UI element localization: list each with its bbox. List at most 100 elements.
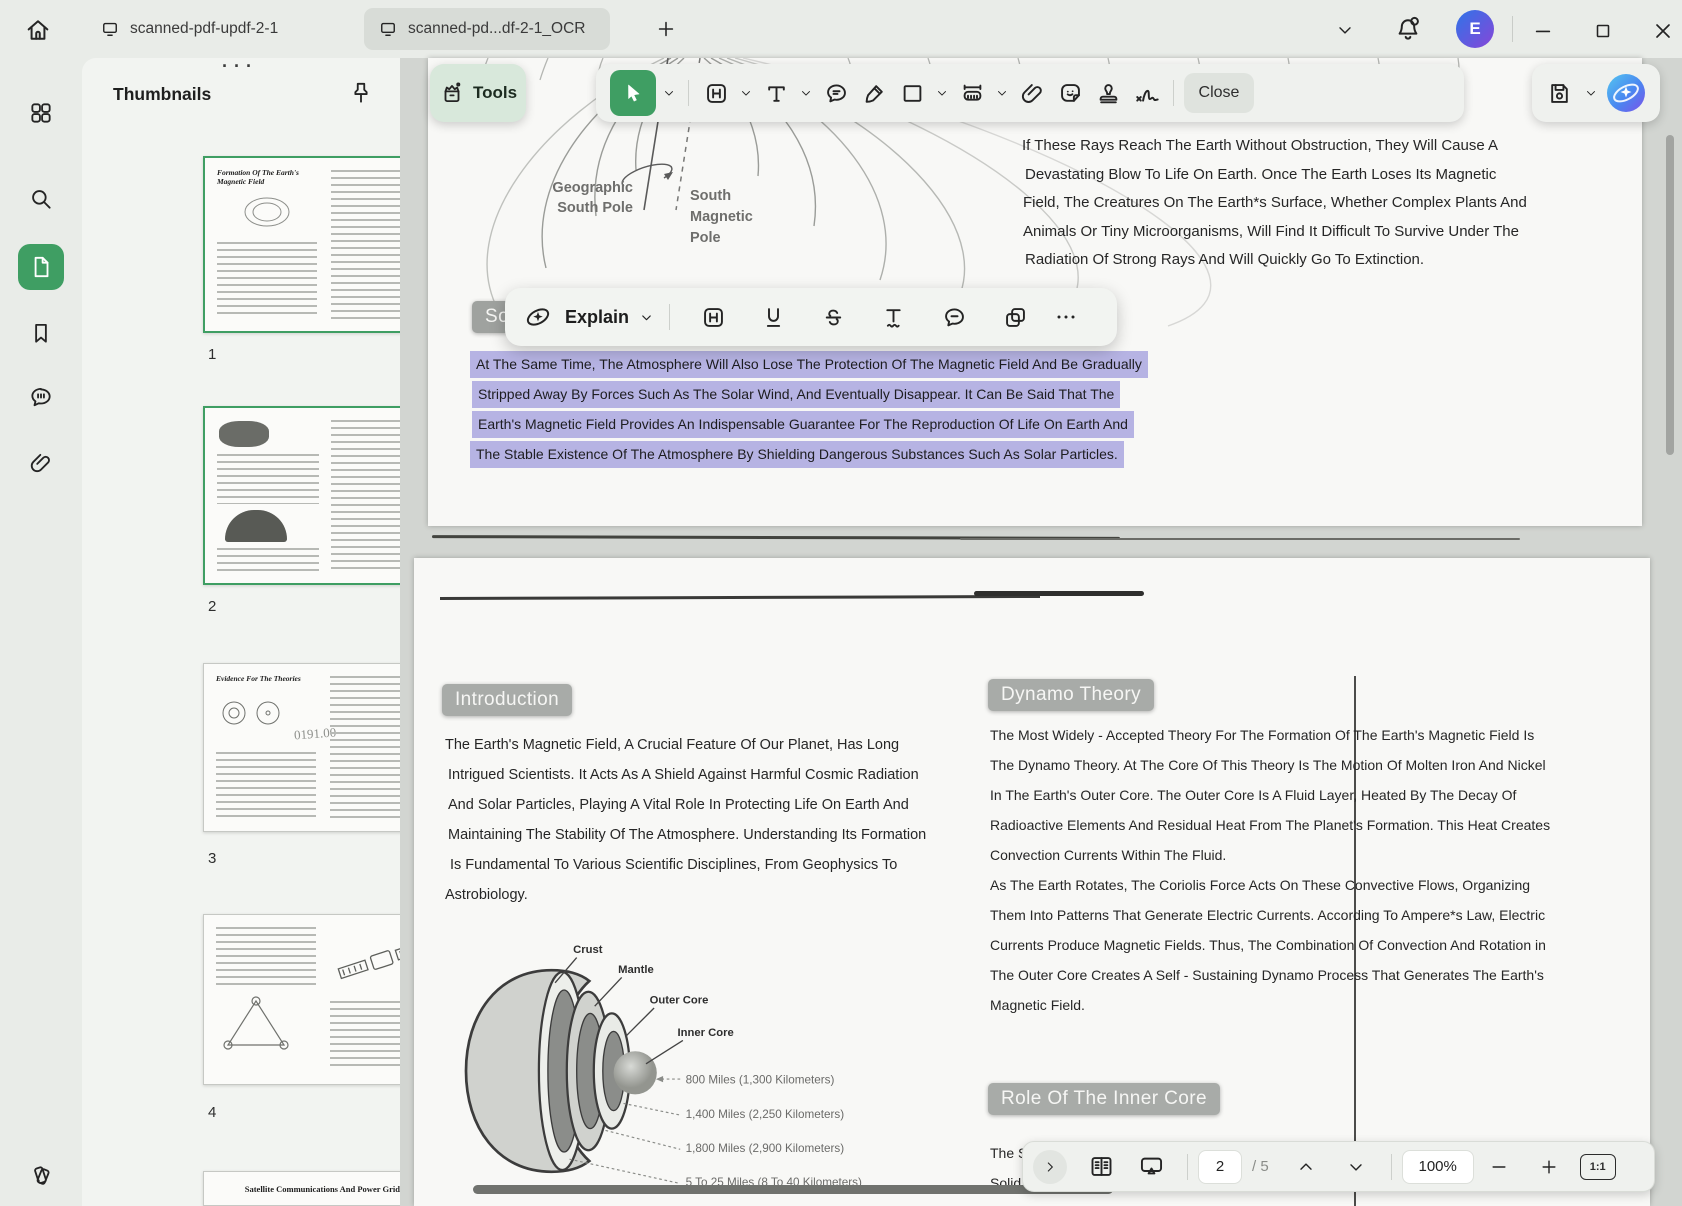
paragraph-line: Them Into Patterns That Generate Electri…: [990, 900, 1550, 930]
explain-ai-button[interactable]: [519, 297, 557, 337]
scan-artifact-smudge: [974, 591, 1144, 596]
thumb2-text-left2: [217, 548, 319, 572]
shape-tool-dropdown[interactable]: [933, 73, 951, 113]
close-tools-button[interactable]: Close: [1184, 73, 1254, 113]
thumb4-number: 4: [208, 1104, 216, 1121]
select-tool-dropdown[interactable]: [660, 73, 678, 113]
avatar-letter: E: [1469, 19, 1480, 39]
pin-panel-button[interactable]: [346, 78, 376, 108]
tools-button[interactable]: Tools: [430, 64, 526, 122]
highlighted-line: At The Same Time, The Atmosphere Will Al…: [470, 351, 1148, 378]
shape-tool-button[interactable]: [895, 73, 929, 113]
underline-icon: [760, 304, 787, 331]
horizontal-scrollbar[interactable]: [473, 1185, 1113, 1194]
actual-size-button[interactable]: 1:1: [1580, 1154, 1616, 1180]
maximize-button[interactable]: [1588, 16, 1618, 46]
minimize-button[interactable]: [1528, 16, 1558, 46]
swatches-icon: [28, 1162, 54, 1188]
save-button[interactable]: [1542, 73, 1576, 113]
page-number-input[interactable]: 2: [1198, 1150, 1242, 1184]
account-avatar[interactable]: E: [1456, 10, 1494, 48]
more-actions-button[interactable]: [1046, 297, 1086, 337]
chevron-down-icon: [1584, 86, 1598, 100]
paragraph-line: Astrobiology.: [445, 880, 926, 910]
stamp-icon: [1095, 80, 1122, 107]
document-viewport[interactable]: Geographic South Pole South Magnetic Pol…: [400, 58, 1682, 1206]
comment-tool-button[interactable]: [819, 73, 853, 113]
highlight-tool-button[interactable]: [699, 73, 733, 113]
titlebar: scanned-pdf-updf-2-1 scanned-pd...df-2-1…: [0, 0, 1682, 58]
panel-drag-handle[interactable]: ···: [222, 56, 258, 77]
signature-tool-button[interactable]: [1129, 73, 1163, 113]
geo-pole-label-line1: Geographic: [552, 180, 633, 196]
measure-tool-button[interactable]: [955, 73, 989, 113]
presentation-button[interactable]: [1125, 1147, 1177, 1187]
paragraph-line: The Dynamo Theory. At The Core Of This T…: [990, 750, 1550, 780]
collapse-bar-button[interactable]: [1033, 1150, 1067, 1184]
mag-pole-label-line3: Pole: [690, 230, 721, 246]
rail-appearance-button[interactable]: [18, 1152, 64, 1198]
zoom-out-button[interactable]: [1474, 1147, 1524, 1187]
chevron-down-icon: [799, 86, 813, 100]
paperclip-icon: [1019, 80, 1046, 107]
underline-action-button[interactable]: [744, 297, 802, 337]
signature-icon: [1132, 79, 1160, 107]
ai-assistant-button[interactable]: [1606, 73, 1646, 113]
pencil-tool-button[interactable]: [857, 73, 891, 113]
previous-page-button[interactable]: [1281, 1147, 1331, 1187]
tab-label: scanned-pdf-updf-2-1: [130, 20, 278, 38]
text-tool-button[interactable]: [759, 73, 793, 113]
highlight-action-button[interactable]: [684, 297, 742, 337]
cursor-icon: [621, 81, 645, 105]
rail-bookmarks-button[interactable]: [18, 310, 64, 356]
notifications-button[interactable]: [1392, 13, 1424, 45]
tab-list-dropdown[interactable]: [1332, 17, 1358, 43]
page-layout-button[interactable]: [1077, 1147, 1125, 1187]
home-button[interactable]: [22, 14, 54, 46]
paragraph-line: Convection Currents Within The Fluid.: [990, 840, 1550, 870]
attach-tool-button[interactable]: [1015, 73, 1049, 113]
text-tool-dropdown[interactable]: [797, 73, 815, 113]
save-dropdown[interactable]: [1582, 73, 1600, 113]
geo-pole-label-line2: South Pole: [557, 200, 633, 216]
stamp-tool-button[interactable]: [1091, 73, 1125, 113]
ai-sparkle-icon: [1606, 73, 1646, 113]
explain-dropdown[interactable]: [637, 297, 655, 337]
highlighted-text-block[interactable]: At The Same Time, The Atmosphere Will Al…: [470, 351, 1148, 471]
tab-scanned-pdf[interactable]: scanned-pdf-updf-2-1: [86, 8, 322, 50]
zoom-level-input[interactable]: 100%: [1402, 1150, 1474, 1184]
tab-scanned-pdf-ocr[interactable]: scanned-pd...df-2-1_OCR: [364, 8, 610, 50]
thumb2-number: 2: [208, 598, 216, 615]
left-rail: [0, 58, 82, 1206]
highlighted-line: Stripped Away By Forces Such As The Sola…: [472, 381, 1120, 408]
rail-apps-button[interactable]: [18, 90, 64, 136]
zoom-in-button[interactable]: [1524, 1147, 1574, 1187]
paragraph-line: The Most Widely - Accepted Theory For Th…: [990, 720, 1550, 750]
rail-thumbnails-button[interactable]: [18, 244, 64, 290]
explain-label[interactable]: Explain: [565, 307, 629, 328]
select-tool-button[interactable]: [610, 70, 656, 116]
strikethrough-action-button[interactable]: [804, 297, 862, 337]
paragraph-line: Withi: [990, 1198, 1533, 1206]
next-page-button[interactable]: [1331, 1147, 1381, 1187]
new-tab-button[interactable]: [652, 15, 680, 43]
highlight-tool-dropdown[interactable]: [737, 73, 755, 113]
copy-icon: [1002, 304, 1029, 331]
squiggly-action-button[interactable]: [864, 297, 922, 337]
scan-artifact-line: [440, 595, 1040, 600]
close-window-button[interactable]: [1648, 16, 1678, 46]
rail-search-button[interactable]: [18, 176, 64, 222]
rail-attachments-button[interactable]: [18, 440, 64, 486]
grid-icon: [28, 100, 54, 126]
rail-comments-button[interactable]: [18, 374, 64, 420]
measure-tool-dropdown[interactable]: [993, 73, 1011, 113]
paragraph-line: Radiation Of Strong Rays And Will Quickl…: [1022, 246, 1527, 275]
sticker-tool-button[interactable]: [1053, 73, 1087, 113]
vertical-scrollbar[interactable]: [1666, 135, 1674, 455]
thumb4-triangle-diagram: [218, 993, 294, 1055]
copy-action-button[interactable]: [986, 297, 1044, 337]
bottom-navigation-bar: 2 / 5 100% 1:1: [1022, 1141, 1655, 1192]
comment-action-button[interactable]: [924, 297, 984, 337]
chevron-down-icon: [739, 86, 753, 100]
chevron-down-icon: [1346, 1157, 1366, 1177]
